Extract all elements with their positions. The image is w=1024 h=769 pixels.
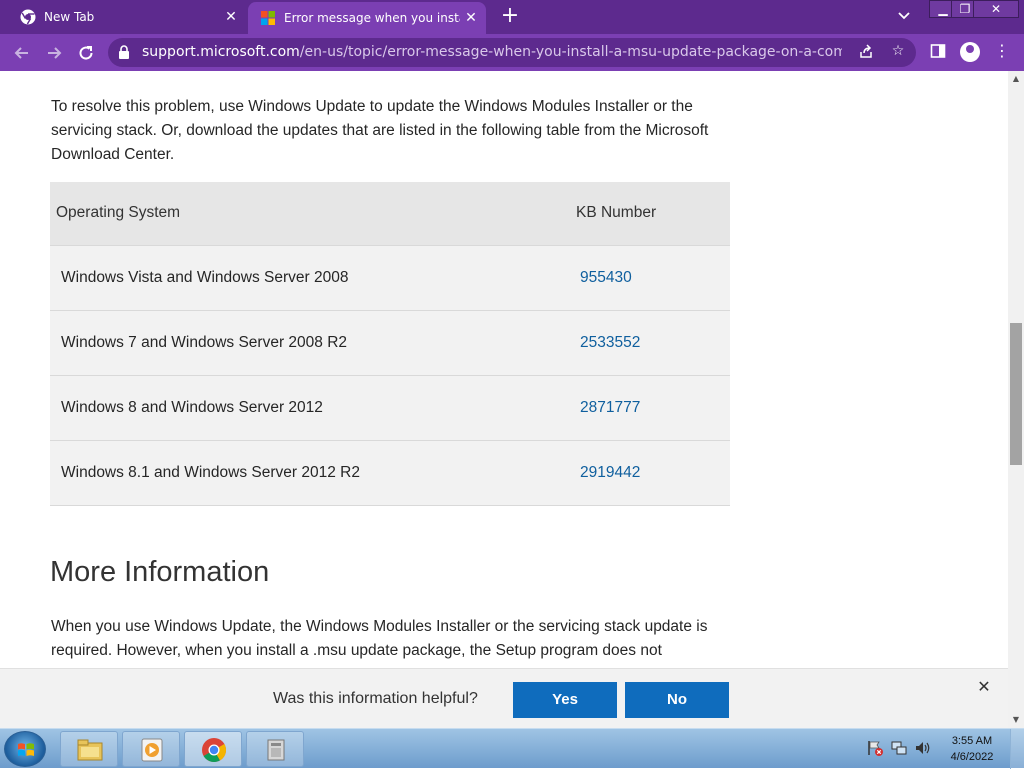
tab-error-message[interactable]: Error message when you install a ✕	[248, 2, 486, 34]
os-cell: Windows 7 and Windows Server 2008 R2	[50, 309, 570, 375]
tab-title: New Tab	[44, 10, 95, 24]
window-close-button[interactable]: ✕	[973, 0, 1019, 18]
system-clock[interactable]: 3:55 AM 4/6/2022	[944, 733, 1000, 765]
table-row: Windows 8.1 and Windows Server 2012 R2 2…	[50, 439, 730, 506]
kb-link[interactable]: 955430	[570, 244, 730, 310]
clock-date: 4/6/2022	[950, 751, 994, 763]
folder-icon	[77, 739, 103, 761]
chevron-down-icon[interactable]	[894, 8, 914, 26]
kb-link[interactable]: 2919442	[570, 439, 730, 506]
no-button[interactable]: No	[625, 682, 729, 718]
show-desktop-button[interactable]	[1010, 729, 1024, 769]
lock-icon	[119, 45, 129, 59]
column-header-os: Operating System	[50, 182, 570, 245]
taskbar-app-button[interactable]	[246, 731, 304, 767]
new-tab-button[interactable]: +	[496, 3, 524, 31]
bookmark-star-icon[interactable]: ☆	[888, 43, 908, 63]
table-header-row: Operating System KB Number	[50, 182, 730, 245]
application-icon	[267, 739, 285, 761]
taskbar-media-player-button[interactable]	[122, 731, 180, 767]
close-icon[interactable]: ✕	[460, 10, 482, 26]
action-center-flag-icon[interactable]	[866, 739, 884, 757]
address-bar[interactable]: support.microsoft.com/en-us/topic/error-…	[108, 38, 916, 67]
os-cell: Windows 8.1 and Windows Server 2012 R2	[50, 439, 570, 506]
start-button[interactable]	[4, 731, 46, 767]
kb-link[interactable]: 2871777	[570, 374, 730, 440]
microsoft-logo-icon	[261, 11, 275, 25]
section-heading-more-information: More Information	[50, 556, 270, 588]
feedback-bar: Was this information helpful? Yes No ✕	[0, 668, 1008, 728]
more-info-paragraph: When you use Windows Update, the Windows…	[51, 618, 708, 659]
intro-paragraph: To resolve this problem, use Windows Upd…	[51, 98, 709, 163]
more-menu-icon[interactable]: ⋮	[990, 41, 1014, 65]
tab-title: Error message when you install a	[284, 11, 460, 25]
close-icon[interactable]: ✕	[220, 9, 242, 25]
chrome-icon	[202, 738, 227, 763]
close-icon[interactable]: ✕	[975, 679, 993, 697]
table-row: Windows Vista and Windows Server 2008 95…	[50, 244, 730, 310]
yes-button[interactable]: Yes	[513, 682, 617, 718]
os-cell: Windows 8 and Windows Server 2012	[50, 374, 570, 440]
network-icon[interactable]	[890, 739, 908, 757]
reload-icon[interactable]	[72, 39, 100, 67]
back-arrow-icon[interactable]	[8, 39, 36, 67]
volume-icon[interactable]	[914, 739, 932, 757]
scroll-down-arrow-icon[interactable]: ▼	[1008, 712, 1024, 728]
kb-link[interactable]: 2533552	[570, 309, 730, 375]
windows-taskbar: 3:55 AM 4/6/2022	[0, 728, 1024, 769]
browser-toolbar: support.microsoft.com/en-us/topic/error-…	[0, 34, 1024, 71]
column-header-kb: KB Number	[570, 182, 730, 245]
clock-time: 3:55 AM	[951, 735, 993, 747]
os-cell: Windows Vista and Windows Server 2008	[50, 244, 570, 310]
windows-logo-icon	[18, 743, 34, 756]
taskbar-chrome-button[interactable]	[184, 731, 242, 767]
browser-titlebar: New Tab ✕ Error message when you install…	[0, 0, 1024, 34]
tab-new-tab[interactable]: New Tab ✕	[8, 0, 246, 34]
page-scrollbar[interactable]: ▲ ▼	[1008, 71, 1024, 728]
table-row: Windows 8 and Windows Server 2012 287177…	[50, 374, 730, 440]
page-content: To resolve this problem, use Windows Upd…	[0, 71, 1008, 668]
table-row: Windows 7 and Windows Server 2008 R2 253…	[50, 309, 730, 375]
url-text: support.microsoft.com/en-us/topic/error-…	[142, 44, 842, 60]
kb-table: Operating System KB Number Windows Vista…	[50, 182, 730, 506]
side-panel-icon[interactable]	[926, 41, 950, 65]
chrome-icon	[20, 9, 36, 25]
profile-avatar-icon[interactable]	[960, 42, 980, 62]
taskbar-explorer-button[interactable]	[60, 731, 118, 767]
scroll-up-arrow-icon[interactable]: ▲	[1008, 71, 1024, 87]
feedback-question: Was this information helpful?	[273, 690, 478, 707]
media-player-icon	[141, 738, 163, 762]
share-icon[interactable]	[856, 43, 876, 63]
forward-arrow-icon[interactable]	[40, 39, 68, 67]
scroll-thumb[interactable]	[1010, 323, 1022, 465]
